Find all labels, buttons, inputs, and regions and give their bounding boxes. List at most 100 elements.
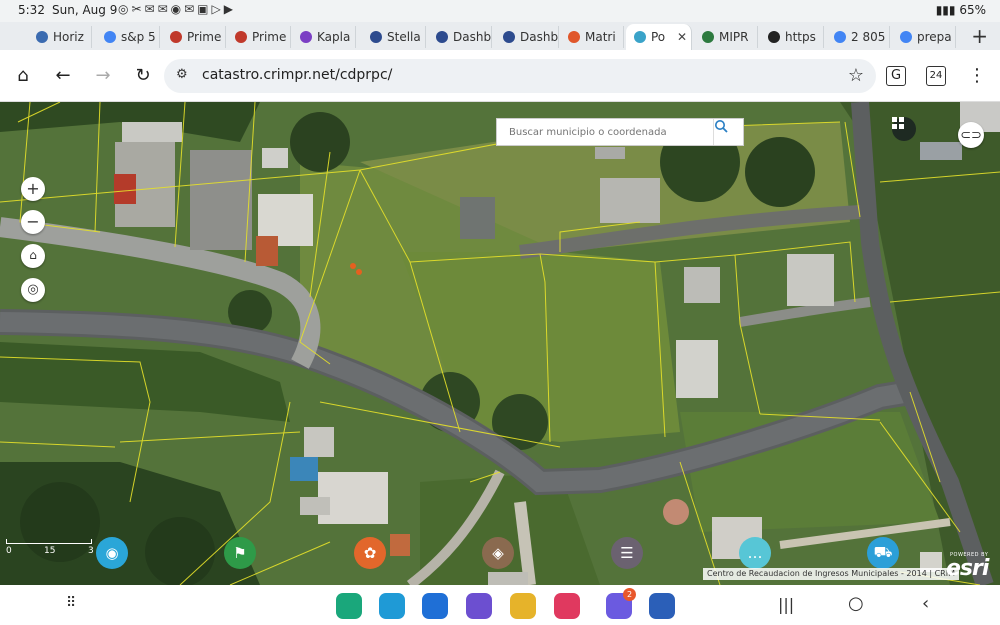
notification-icons: ◎✂✉✉◉✉▣▷▶ bbox=[118, 2, 236, 16]
tab-favicon bbox=[900, 31, 912, 43]
tab-5[interactable]: Stella bbox=[362, 26, 426, 48]
tab-label: s&p 5 bbox=[121, 30, 156, 44]
forward-icon[interactable]: → bbox=[91, 64, 115, 88]
scale-label-0: 0 bbox=[6, 546, 12, 556]
satellite-imagery bbox=[0, 102, 1000, 585]
chrome-app-icon[interactable] bbox=[510, 593, 536, 619]
tab-label: Po bbox=[651, 30, 666, 44]
list-button[interactable]: ☰ bbox=[611, 537, 643, 569]
tab-label: Stella bbox=[387, 30, 421, 44]
status-time: 5:32 bbox=[18, 3, 45, 17]
home-icon: ⌂ bbox=[29, 248, 37, 262]
scale-bar-line bbox=[6, 539, 92, 544]
layers-button[interactable]: ◈ bbox=[482, 537, 514, 569]
zoom-out-button[interactable]: − bbox=[21, 210, 45, 234]
binoculars-button[interactable]: ◉ bbox=[96, 537, 128, 569]
address-bar[interactable]: ⚙ catastro.crimpr.net/cdprpc/ ☆ bbox=[164, 59, 876, 93]
map-search-box bbox=[496, 118, 744, 146]
tab-9[interactable]: Po ✕ bbox=[626, 24, 692, 50]
tab-label: Prime bbox=[252, 30, 287, 44]
reload-icon[interactable]: ↻ bbox=[131, 64, 155, 88]
map-view[interactable]: + − ⌂ ◎ ⊂⊃ 0 15 3 ◉ ⚑ ✿ ◈ ☰ … ⛟ Centro de Reca… bbox=[0, 102, 1000, 585]
locate-icon: ◎ bbox=[27, 282, 39, 297]
word-app-icon[interactable] bbox=[649, 593, 675, 619]
tab-11[interactable]: https bbox=[760, 26, 824, 48]
tab-label: Dashb bbox=[520, 30, 559, 44]
share-link-button[interactable]: ⊂⊃ bbox=[958, 122, 984, 148]
flag-button[interactable]: ⚑ bbox=[224, 537, 256, 569]
map-attribution: Centro de Recaudacion de Ingresos Munici… bbox=[703, 568, 959, 580]
esri-logo: POWERED BY esri bbox=[944, 552, 996, 582]
app-drawer-icon[interactable]: ⠿ bbox=[66, 595, 77, 611]
basemap-gallery-button[interactable] bbox=[892, 117, 916, 141]
tab-label: MIPR bbox=[719, 30, 749, 44]
email-app-icon[interactable]: 2 bbox=[606, 588, 636, 619]
search-icon bbox=[715, 120, 728, 133]
search-button[interactable] bbox=[713, 119, 743, 145]
chat-button[interactable]: … bbox=[739, 537, 771, 569]
camera-app-icon[interactable] bbox=[554, 593, 580, 619]
tab-favicon bbox=[436, 31, 448, 43]
tab-favicon bbox=[104, 31, 116, 43]
translate-icon[interactable]: G bbox=[886, 66, 906, 86]
site-settings-icon[interactable]: ⚙ bbox=[176, 67, 188, 82]
back-button[interactable]: ‹ bbox=[922, 593, 929, 614]
tab-13[interactable]: prepa bbox=[892, 26, 956, 48]
scale-label-1: 15 bbox=[44, 546, 56, 556]
new-tab-button[interactable]: + bbox=[971, 24, 988, 48]
tab-favicon bbox=[568, 31, 580, 43]
notification-badge: 2 bbox=[623, 588, 636, 601]
home-button[interactable]: ○ bbox=[848, 593, 864, 614]
signal-icon: ▮▮▮ bbox=[935, 3, 960, 17]
layers-icon: ◈ bbox=[492, 544, 504, 562]
tab-favicon bbox=[36, 31, 48, 43]
status-date: Sun, Aug 9 bbox=[52, 3, 118, 17]
tab-favicon bbox=[702, 31, 714, 43]
recents-button[interactable]: ||| bbox=[778, 595, 794, 614]
home-icon[interactable]: ⌂ bbox=[11, 64, 35, 88]
tab-label: 2 805 bbox=[851, 30, 886, 44]
tab-10[interactable]: MIPR bbox=[694, 26, 758, 48]
phone-app-icon[interactable] bbox=[336, 593, 362, 619]
link-icon: ⊂⊃ bbox=[960, 127, 982, 143]
mail-app-icon[interactable] bbox=[422, 593, 448, 619]
android-nav-bar: ⠿ ||| ○ ‹ 2 bbox=[0, 585, 1000, 625]
tab-label: Dashb bbox=[453, 30, 492, 44]
tab-7[interactable]: Dashb bbox=[495, 26, 559, 48]
cart-button[interactable]: ⛟ bbox=[867, 537, 899, 569]
tab-favicon bbox=[768, 31, 780, 43]
tab-2[interactable]: Prime bbox=[162, 26, 226, 48]
film-button[interactable]: ✿ bbox=[354, 537, 386, 569]
locate-button[interactable]: ◎ bbox=[21, 278, 45, 302]
tab-1[interactable]: s&p 5 bbox=[96, 26, 160, 48]
close-tab-icon[interactable]: ✕ bbox=[677, 30, 687, 44]
tab-12[interactable]: 2 805 bbox=[826, 26, 890, 48]
tab-label: prepa bbox=[917, 30, 952, 44]
tab-8[interactable]: Matri bbox=[560, 26, 624, 48]
tab-6[interactable]: Dashb bbox=[428, 26, 492, 48]
tab-3[interactable]: Prime bbox=[227, 26, 291, 48]
tab-0[interactable]: Horiz bbox=[28, 26, 92, 48]
list-icon: ☰ bbox=[620, 544, 634, 562]
home-extent-button[interactable]: ⌂ bbox=[21, 244, 45, 268]
tab-4[interactable]: Kapla bbox=[292, 26, 356, 48]
zoom-in-button[interactable]: + bbox=[21, 177, 45, 201]
tab-switcher-button[interactable]: 24 bbox=[926, 66, 946, 86]
video-app-icon[interactable] bbox=[466, 593, 492, 619]
film-icon: ✿ bbox=[363, 544, 377, 562]
menu-icon[interactable]: ⋮ bbox=[965, 64, 989, 88]
tab-favicon bbox=[300, 31, 312, 43]
search-input[interactable] bbox=[497, 119, 711, 145]
messages-app-icon[interactable] bbox=[379, 593, 405, 619]
back-icon[interactable]: ← bbox=[51, 64, 75, 88]
grid-icon bbox=[892, 117, 904, 129]
cart-icon: ⛟ bbox=[873, 543, 893, 561]
tab-label: Kapla bbox=[317, 30, 351, 44]
bookmark-star-icon[interactable]: ☆ bbox=[848, 65, 864, 86]
tab-label: Horiz bbox=[53, 30, 84, 44]
tab-label: Prime bbox=[187, 30, 222, 44]
tab-favicon bbox=[170, 31, 182, 43]
url-text[interactable]: catastro.crimpr.net/cdprpc/ bbox=[202, 67, 392, 83]
tab-strip: + Horiz s&p 5 Prime Prime Kapla Stella Dashb Da… bbox=[0, 22, 1000, 50]
scale-label-2: 3 bbox=[88, 546, 94, 556]
